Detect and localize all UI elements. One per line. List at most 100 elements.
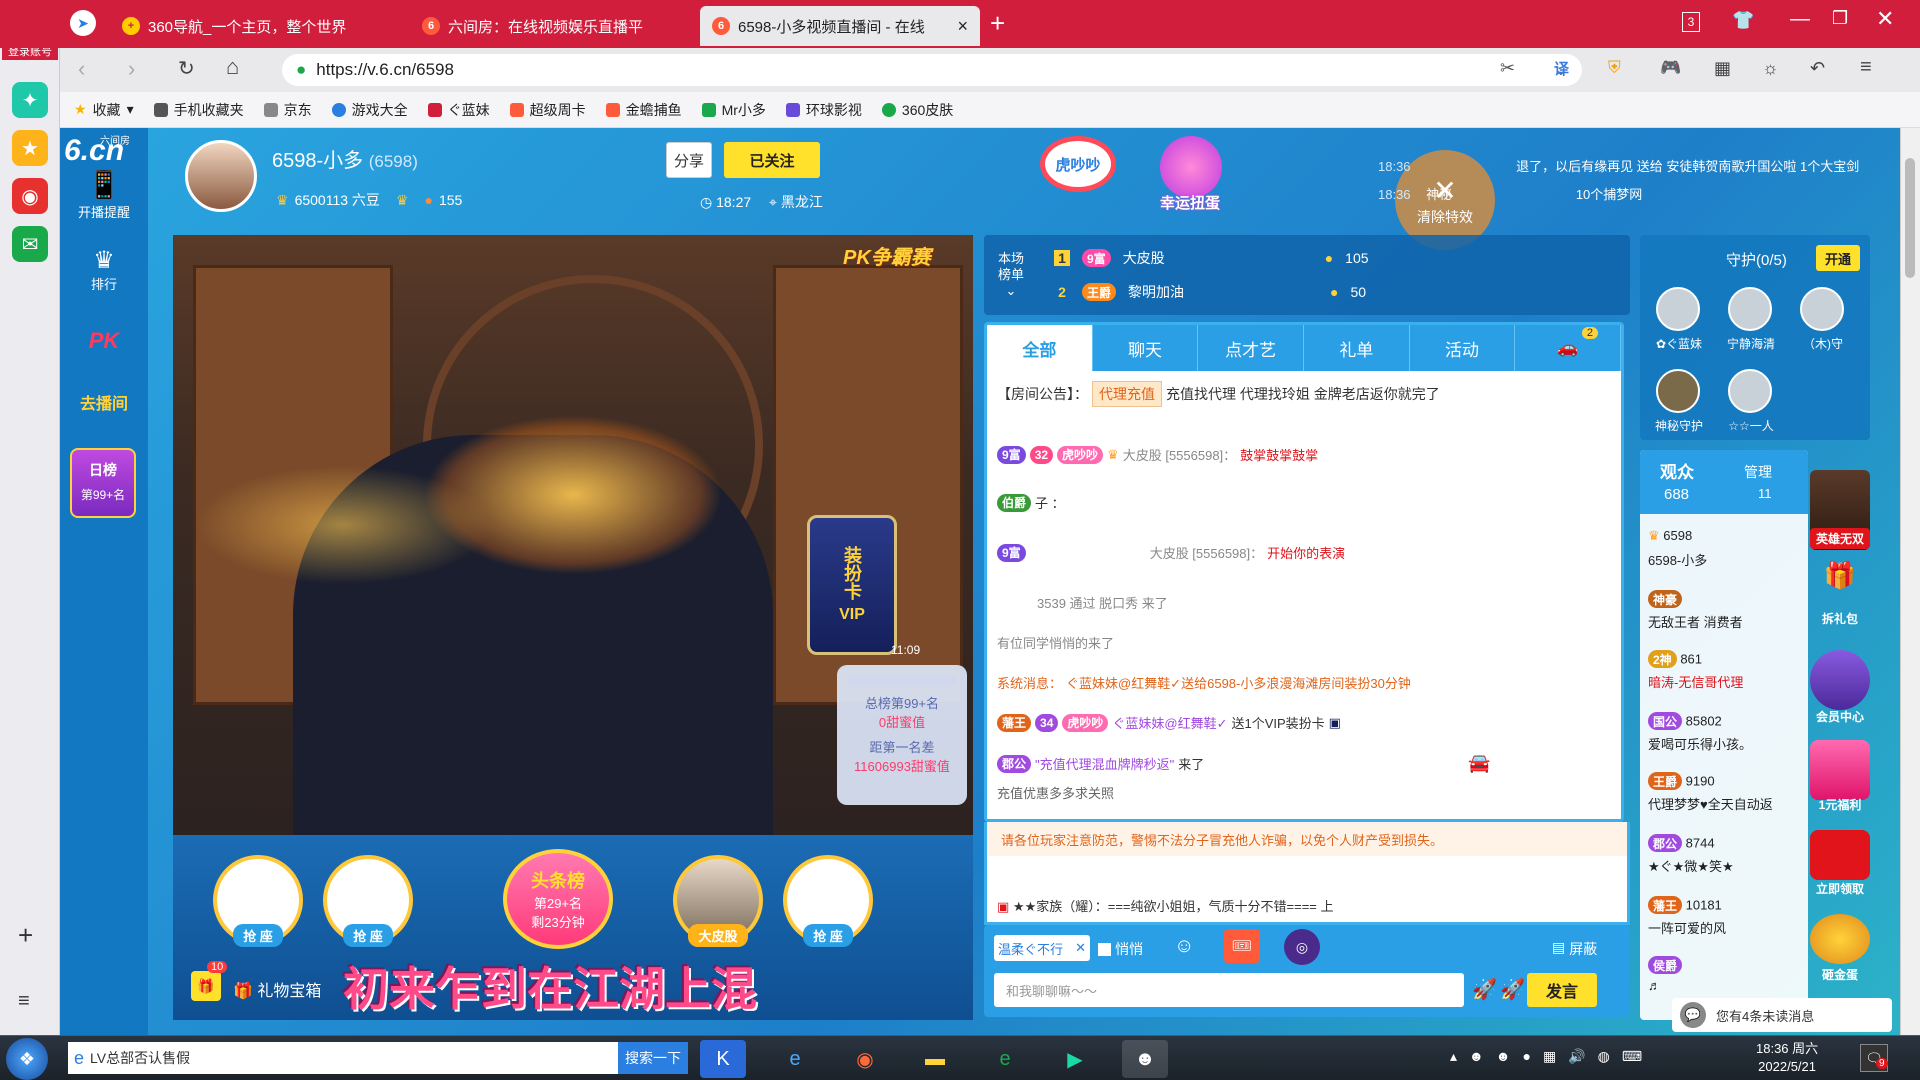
tab-activity[interactable]: 活动 [1410,325,1516,371]
bookmark-item[interactable]: 京东 [263,100,312,120]
promo-gift-label[interactable]: 拆礼包 [1810,610,1870,627]
audience-item[interactable]: 神豪 [1648,590,1683,608]
chat-user-name[interactable]: 大皮股 [5556598]： [1123,445,1236,464]
translate-icon[interactable]: 译 [1554,58,1569,79]
kugou-icon[interactable]: K [700,1040,746,1078]
dock-app-icon[interactable]: ✦ [12,82,48,118]
headline-rank-badge[interactable]: 头条榜 第29+名 剩23分钟 [503,849,613,949]
ring-icon[interactable]: ◎ [1284,929,1320,965]
grab-seat-button[interactable]: 抢 座 [343,924,393,947]
mail-icon[interactable]: ✉ [12,226,48,262]
chat-user-name[interactable]: "充值代理混血牌牌秒返" [1035,754,1174,773]
guard-avatar[interactable] [1728,287,1772,331]
tab-chat[interactable]: 聊天 [1093,325,1199,371]
whisper-checkbox[interactable] [1098,942,1111,956]
apps-grid-icon[interactable]: ▦ [1714,58,1731,79]
bookmark-item[interactable]: ぐ蓝妹 [427,100,490,120]
network-icon[interactable]: ▦ [1543,1048,1556,1065]
guard-avatar[interactable] [1728,369,1772,413]
rank-row[interactable]: 1 9富 大皮股 ● 105 [1054,243,1614,273]
tab-all[interactable]: 全部 [987,325,1093,371]
tab-360-nav[interactable]: + 360导航_一个主页，整个世界 [110,6,410,46]
navigation-icon[interactable]: ➤ [70,10,96,36]
grab-seat-button[interactable]: 抢 座 [803,924,853,947]
chrome-icon[interactable]: ◉ [842,1040,888,1078]
gift-treasure-label[interactable]: 🎁 礼物宝箱 [233,977,321,1001]
rocket-icon[interactable]: 🚀 [1472,977,1497,1002]
live-video-player[interactable]: PK争霸赛 装扮卡 VIP 11:09 总榜第99+名 0甜蜜值 距第一名差 1… [173,235,973,835]
bookmark-item[interactable]: 手机收藏夹 [153,100,244,120]
tab-6598-live[interactable]: 6 6598-小多视频直播间 - 在线 × [700,6,980,46]
refresh-icon[interactable]: ↻ [178,56,195,81]
emoji-icon[interactable]: ☺ [1174,935,1194,958]
rank-row[interactable]: 2 王爵 黎明加油 ● 50 [1054,277,1614,307]
admin-tab[interactable]: 管理 [1744,462,1772,482]
audience-item[interactable]: 王爵 9190 [1648,772,1715,790]
audience-item[interactable]: 藩王 10181 [1648,896,1722,914]
side-item-rank[interactable]: 排行 [60,274,148,293]
page-scrollbar[interactable] [1900,128,1920,1035]
audience-item[interactable]: 侯爵 [1648,956,1683,974]
volume-icon[interactable]: 🔊 [1568,1048,1585,1065]
grab-seat-button[interactable]: 抢 座 [233,924,283,947]
promo-claim-label[interactable]: 立即领取 [1810,880,1870,897]
tray-app-icon[interactable]: ● [1523,1048,1531,1065]
tab-gifts[interactable]: 礼单 [1304,325,1410,371]
audience-name[interactable]: 6598-小多 [1648,550,1707,569]
gamepad-icon[interactable]: 🎮 [1660,58,1681,78]
seat-slot[interactable]: 抢 座 [323,855,413,947]
bookmark-item[interactable]: 游戏大全 [331,100,408,120]
gift-box-icon[interactable]: 🎁 [191,971,221,1001]
star-icon[interactable]: ★ [12,130,48,166]
anchor-avatar[interactable] [185,140,257,212]
weibo-icon[interactable]: ◉ [12,178,48,214]
golden-egg-icon[interactable] [1810,914,1870,964]
lucky-egg-label[interactable]: 幸运扭蛋 [1160,192,1220,213]
send-button[interactable]: 发言 [1527,973,1597,1007]
chevron-down-icon[interactable]: ⌄ [998,283,1024,299]
hupao-activity[interactable]: 虎吵吵 [1040,136,1116,192]
whisper-toggle[interactable]: 悄悄 [1098,939,1143,959]
red-packet-icon[interactable] [1810,830,1870,880]
bookmark-item[interactable]: 360皮肤 [881,100,953,120]
seat-slot[interactable]: 抢 座 [783,855,873,947]
back-icon[interactable]: ‹ [78,56,85,82]
audience-name[interactable]: 一阵可爱的风 [1648,918,1726,937]
menu-icon[interactable]: ≡ [1860,56,1872,79]
block-button[interactable]: ▤ 屏蔽 [1552,939,1597,959]
bookmark-item[interactable]: 超级周卡 [509,100,586,120]
side-item-remind[interactable]: 开播提醒 [60,202,148,221]
audience-item[interactable]: 国公 85802 [1648,712,1722,730]
url-bar[interactable]: ● https://v.6.cn/6598 ⌄ [282,54,1582,86]
seat-slot-occupied[interactable]: 大皮股 [673,855,763,947]
tab-car[interactable]: 🚗 2 [1515,325,1621,371]
notice-tag[interactable]: 代理充值 [1092,381,1162,407]
tag-select[interactable]: 温柔ぐ不行 ✕ [994,935,1090,961]
gift-pack-icon[interactable]: 🎁 [1810,560,1870,610]
seat-slot[interactable]: 抢 座 [213,855,303,947]
close-window-icon[interactable]: ✕ [1876,6,1894,32]
promo-member-label[interactable]: 会员中心 [1810,708,1870,725]
audience-item[interactable]: 郡公 8744 [1648,834,1715,852]
brightness-icon[interactable]: ☼ [1762,58,1779,79]
promo-egg-label[interactable]: 砸金蛋 [1810,966,1870,983]
tray-arrow-icon[interactable]: ▴ [1450,1048,1457,1065]
bookmark-item[interactable]: 金蟾捕鱼 [605,100,682,120]
minimize-icon[interactable]: — [1790,8,1810,31]
forward-icon[interactable]: › [128,56,135,82]
member-center-icon[interactable] [1810,650,1870,710]
chat-user-name[interactable]: ぐ蓝妹妹@红舞鞋✓ [1112,713,1227,732]
ie-icon[interactable]: e [772,1040,818,1078]
player-icon[interactable]: ▶ [1052,1040,1098,1078]
share-button[interactable]: 分享 [666,142,712,178]
start-button[interactable]: ❖ [6,1038,48,1080]
close-icon[interactable]: ✕ [1075,940,1086,956]
home-icon[interactable]: ⌂ [226,54,239,80]
360-tray-icon[interactable]: ◍ [1598,1048,1610,1065]
new-tab-icon[interactable]: + [990,8,1005,39]
taskbar-search-button[interactable]: 搜索一下 [618,1042,688,1074]
qq-icon[interactable]: ☻ [1469,1048,1484,1065]
audience-name[interactable]: 爱喝可乐得小孩。 [1648,734,1752,753]
audience-name[interactable]: 无敌王者 消费者 [1648,612,1743,631]
audience-name[interactable]: ★ぐ★微★笑★ [1648,856,1734,875]
